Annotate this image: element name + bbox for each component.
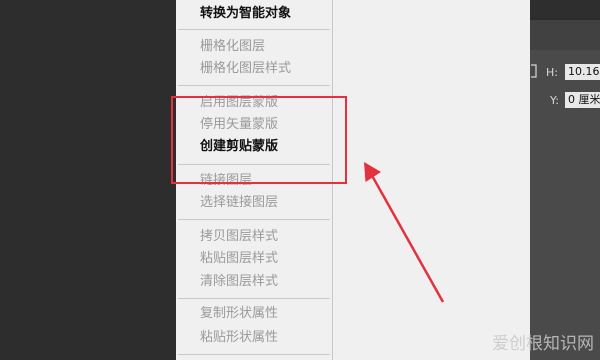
watermark: 爱创根知识网 <box>492 334 594 354</box>
menu-separator <box>178 219 330 220</box>
menu-item-copy-shape-attributes[interactable]: 复制形状属性 <box>200 305 278 323</box>
menu-item-copy-layer-style[interactable]: 拷贝图层样式 <box>200 228 278 246</box>
menu-separator <box>178 354 330 355</box>
y-label: Y: <box>550 94 559 107</box>
menu-separator <box>178 85 330 86</box>
menu-item-rasterize-layer[interactable]: 栅格化图层 <box>200 38 265 56</box>
y-input[interactable]: 0 厘米 <box>565 92 600 108</box>
height-input[interactable]: 10.16 <box>565 64 600 80</box>
menu-item-select-linked-layers[interactable]: 选择链接图层 <box>200 194 278 212</box>
link-icon[interactable] <box>530 64 538 78</box>
right-panel-header <box>530 20 600 50</box>
right-panel-top-bar <box>530 0 600 18</box>
menu-item-rasterize-layer-style[interactable]: 栅格化图层样式 <box>200 60 291 78</box>
menu-item-paste-layer-style[interactable]: 粘贴图层样式 <box>200 250 278 268</box>
height-label: H: <box>546 66 558 79</box>
menu-separator <box>178 29 330 30</box>
menu-item-convert-to-smart-object[interactable]: 转换为智能对象 <box>200 5 291 23</box>
workspace-left-panel <box>0 0 176 360</box>
menu-item-clear-layer-style[interactable]: 清除图层样式 <box>200 273 278 291</box>
menu-item-paste-shape-attributes[interactable]: 粘贴形状属性 <box>200 329 278 347</box>
menu-separator <box>178 298 330 299</box>
menu-background-area <box>333 0 530 360</box>
highlight-box <box>171 96 347 184</box>
